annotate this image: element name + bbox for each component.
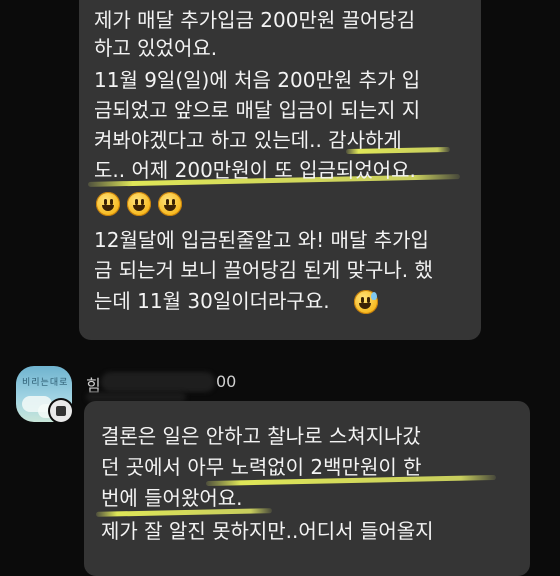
message-line: 금 되는거 보니 끌어당김 된게 맞구나. 했 — [94, 258, 433, 282]
message-line: 던 곳에서 아무 노력없이 2백만원이 한 — [101, 455, 422, 479]
message-line: 도.. 어제 200만원이 또 입금되었어요. — [94, 158, 416, 182]
sender-name-tail: 00 — [216, 372, 237, 391]
redacted-sender-name — [101, 372, 215, 392]
grinning-face-icon — [158, 192, 182, 216]
message-line: 금되었고 앞으로 매달 입금이 되는지 지 — [94, 98, 421, 122]
grinning-face-icon — [127, 192, 151, 216]
profile-badge-icon — [50, 400, 72, 422]
grinning-sweat-face-icon — [354, 290, 378, 314]
message-line: 11월 9일(일)에 처음 200만원 추가 입 — [94, 68, 421, 92]
message-line: 제가 매달 추가입금 200만원 끌어당김 — [94, 8, 416, 32]
message-line: 결론은 일은 안하고 찰나로 스쳐지나갔 — [101, 424, 421, 448]
message-line: 하고 있었어요. — [94, 36, 218, 60]
message-line: 는데 11월 30일이더라구요. — [94, 289, 330, 313]
message-line: 켜봐야겠다고 하고 있는데.. 감사하게 — [94, 128, 402, 152]
message-line: 번에 들어왔어요. — [101, 486, 243, 510]
message-line: 12월달에 입금된줄알고 와! 매달 추가입 — [94, 228, 429, 252]
grinning-face-icon — [96, 192, 120, 216]
message-line: 제가 잘 알진 못하지만..어디서 들어올지 — [101, 519, 434, 543]
avatar-text: 비리는대로 — [22, 378, 69, 388]
